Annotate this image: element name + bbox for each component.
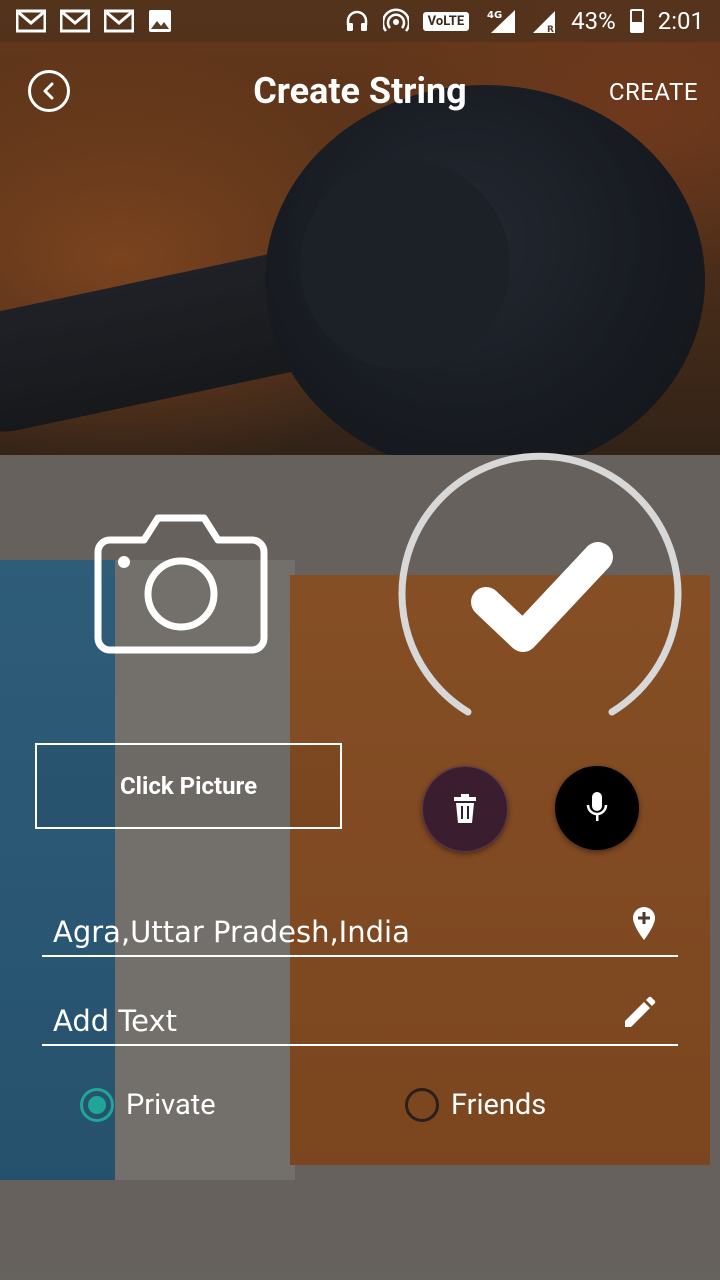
add-location-icon[interactable] xyxy=(632,907,656,945)
radio-private-label: Private xyxy=(126,1088,216,1122)
app-bar: Create String CREATE xyxy=(0,42,720,142)
pencil-icon[interactable] xyxy=(622,996,656,1034)
gmail-icon xyxy=(104,9,134,33)
radio-friends-label: Friends xyxy=(451,1088,547,1122)
radio-unselected-icon xyxy=(405,1088,439,1122)
add-text-placeholder: Add Text xyxy=(53,1004,178,1038)
signal-r-icon: R xyxy=(531,8,557,34)
confirm-check-icon[interactable] xyxy=(398,452,682,722)
record-audio-button[interactable] xyxy=(555,766,639,850)
click-picture-button[interactable]: Click Picture xyxy=(35,743,342,829)
delete-button[interactable] xyxy=(422,766,508,852)
svg-text:R: R xyxy=(547,25,554,34)
clock: 2:01 xyxy=(657,7,704,35)
volte-icon: VoLTE xyxy=(422,11,470,31)
gmail-icon xyxy=(60,9,90,33)
create-button[interactable]: CREATE xyxy=(609,78,698,106)
headset-icon xyxy=(345,9,369,33)
battery-percent: 43% xyxy=(571,7,616,35)
svg-text:4G: 4G xyxy=(487,10,502,21)
radio-friends[interactable]: Friends xyxy=(405,1088,546,1122)
microphone-icon xyxy=(586,792,608,821)
radio-private[interactable]: Private xyxy=(80,1088,216,1122)
radio-selected-icon xyxy=(80,1088,114,1122)
trash-icon xyxy=(454,794,476,823)
battery-icon xyxy=(629,9,644,33)
add-text-field[interactable]: Add Text xyxy=(42,986,678,1046)
signal-icon: 4G xyxy=(483,8,517,34)
status-bar: VoLTE 4G R 43% 2:01 xyxy=(0,0,720,42)
hotspot-icon xyxy=(382,8,409,34)
gmail-icon xyxy=(16,9,46,33)
image-icon xyxy=(148,9,172,33)
location-value: Agra,Uttar Pradesh,India xyxy=(53,915,410,949)
location-field[interactable]: Agra,Uttar Pradesh,India xyxy=(42,897,678,957)
camera-icon[interactable] xyxy=(92,510,270,655)
